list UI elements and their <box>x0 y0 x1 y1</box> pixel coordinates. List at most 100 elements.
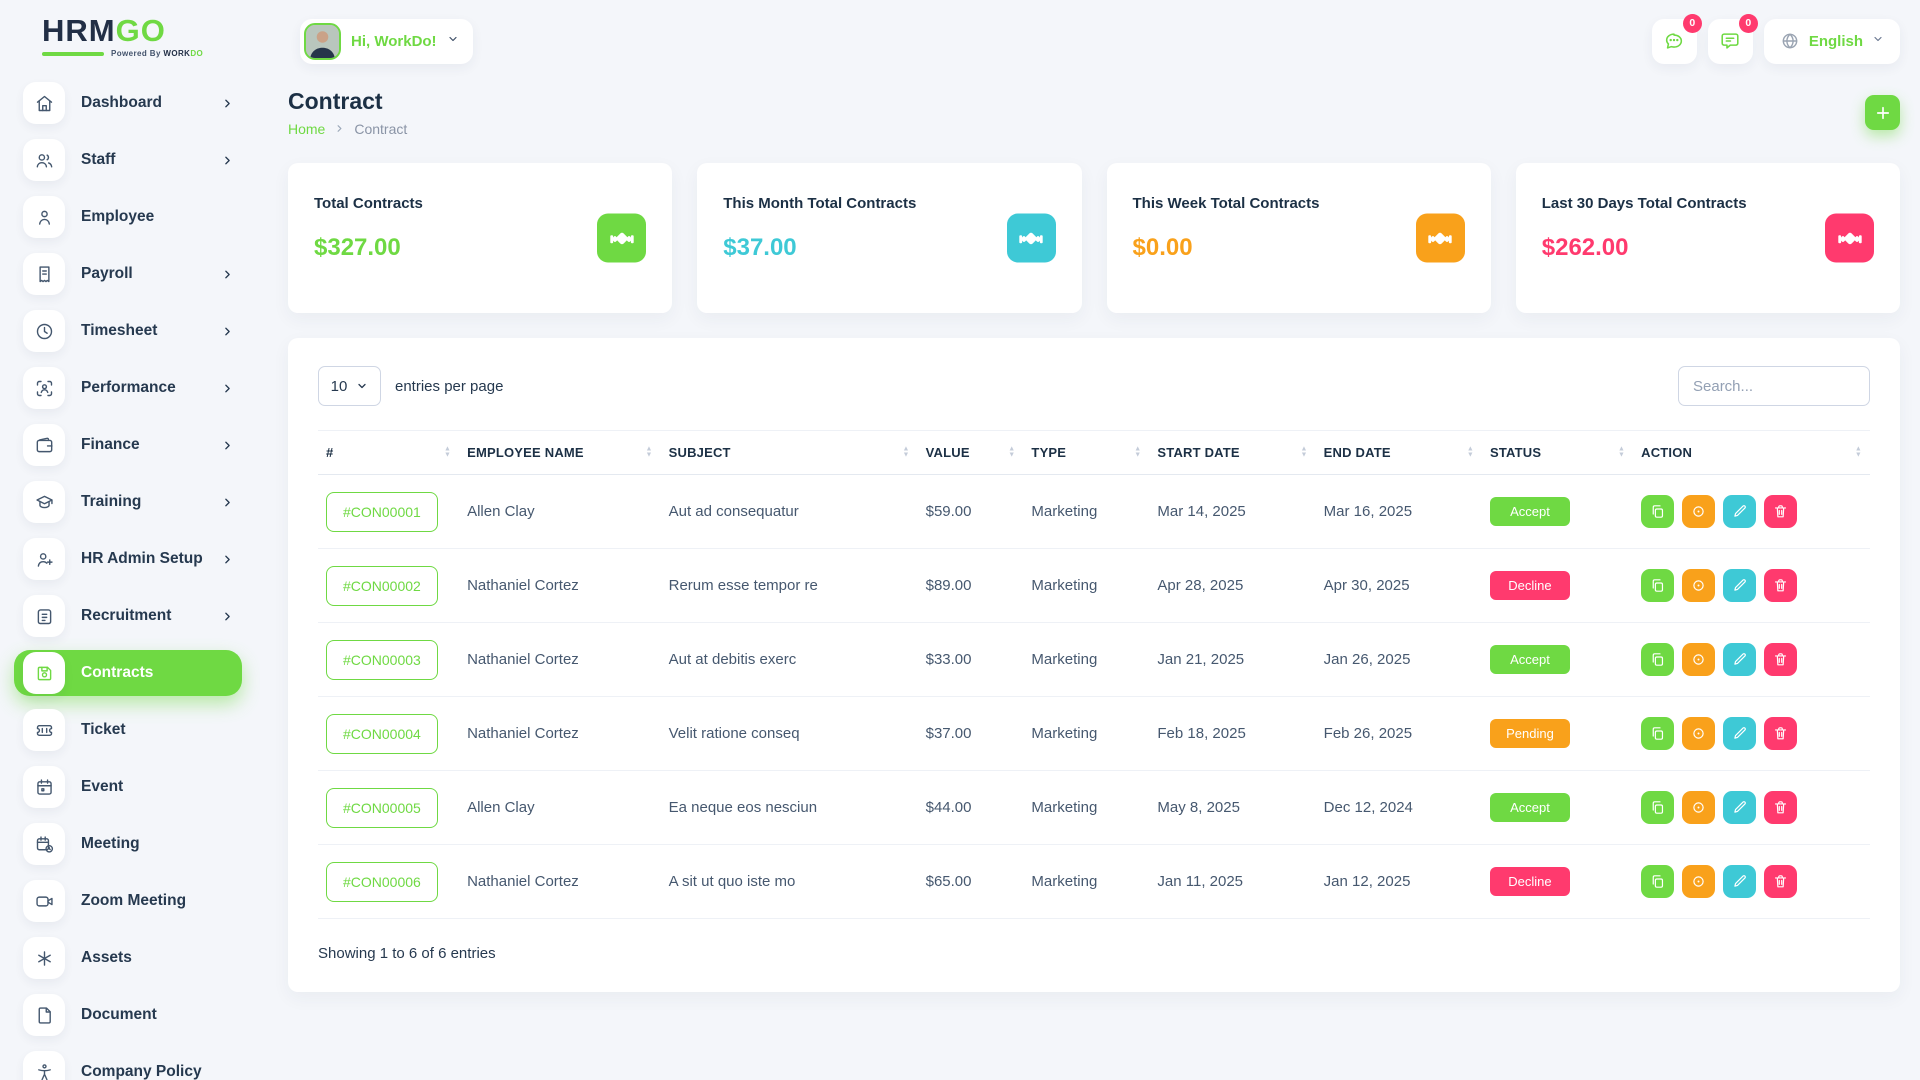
edit-icon <box>1731 577 1748 594</box>
edit-button[interactable] <box>1723 717 1756 750</box>
status-badge[interactable]: Accept <box>1490 645 1570 674</box>
copy-icon <box>1649 873 1666 890</box>
edit-button[interactable] <box>1723 643 1756 676</box>
inbox-button[interactable]: 0 <box>1708 19 1753 64</box>
start-date-cell: Apr 28, 2025 <box>1149 549 1315 623</box>
column-header-start-date[interactable]: START DATE▲▼ <box>1149 431 1315 475</box>
sidebar-item-assets[interactable]: Assets <box>14 935 242 981</box>
column-header-end-date[interactable]: END DATE▲▼ <box>1316 431 1482 475</box>
copy-button[interactable] <box>1641 643 1674 676</box>
entries-per-page-select[interactable]: 10 <box>318 366 381 406</box>
copy-button[interactable] <box>1641 717 1674 750</box>
add-contract-button[interactable] <box>1865 95 1900 130</box>
status-badge[interactable]: Pending <box>1490 719 1570 748</box>
column-header-employee-name[interactable]: EMPLOYEE NAME▲▼ <box>459 431 661 475</box>
sort-icons: ▲▼ <box>444 446 451 459</box>
table-controls: 10 entries per page <box>318 366 1870 406</box>
sidebar-item-label: Contracts <box>81 664 153 682</box>
column-header-subject[interactable]: SUBJECT▲▼ <box>661 431 918 475</box>
edit-button[interactable] <box>1723 791 1756 824</box>
home-icon <box>34 93 55 114</box>
view-icon <box>1690 799 1707 816</box>
sidebar-item-dashboard[interactable]: Dashboard <box>14 80 242 126</box>
table-header-row: #▲▼EMPLOYEE NAME▲▼SUBJECT▲▼VALUE▲▼TYPE▲▼… <box>318 431 1870 475</box>
edit-button[interactable] <box>1723 569 1756 602</box>
employee-name-cell: Allen Clay <box>459 771 661 845</box>
subject-cell: Ea neque eos nesciun <box>661 771 918 845</box>
sidebar-item-staff[interactable]: Staff <box>14 137 242 183</box>
contract-id-button[interactable]: #CON00004 <box>326 714 438 754</box>
training-icon <box>23 481 65 523</box>
sidebar-item-zoom-meeting[interactable]: Zoom Meeting <box>14 878 242 924</box>
sidebar-item-meeting[interactable]: Meeting <box>14 821 242 867</box>
sidebar-item-hr-admin-setup[interactable]: HR Admin Setup <box>14 536 242 582</box>
delete-button[interactable] <box>1764 717 1797 750</box>
contract-id-button[interactable]: #CON00003 <box>326 640 438 680</box>
sidebar-item-timesheet[interactable]: Timesheet <box>14 308 242 354</box>
delete-button[interactable] <box>1764 569 1797 602</box>
column-header--[interactable]: #▲▼ <box>318 431 459 475</box>
end-date-cell: Apr 30, 2025 <box>1316 549 1482 623</box>
copy-button[interactable] <box>1641 495 1674 528</box>
chevron-right-icon <box>221 610 234 623</box>
view-button[interactable] <box>1682 865 1715 898</box>
sidebar-item-finance[interactable]: Finance <box>14 422 242 468</box>
column-header-type[interactable]: TYPE▲▼ <box>1023 431 1149 475</box>
delete-button[interactable] <box>1764 791 1797 824</box>
contract-id-button[interactable]: #CON00006 <box>326 862 438 902</box>
table-row: #CON00006 Nathaniel Cortez A sit ut quo … <box>318 845 1870 919</box>
sidebar-item-contracts[interactable]: Contracts <box>14 650 242 696</box>
edit-icon <box>1731 503 1748 520</box>
status-badge[interactable]: Accept <box>1490 793 1570 822</box>
column-header-status[interactable]: STATUS▲▼ <box>1482 431 1633 475</box>
view-button[interactable] <box>1682 495 1715 528</box>
brand-logo[interactable]: HRMGO Powered By WORKDO <box>0 0 260 58</box>
sidebar-item-event[interactable]: Event <box>14 764 242 810</box>
view-button[interactable] <box>1682 717 1715 750</box>
contract-id-button[interactable]: #CON00002 <box>326 566 438 606</box>
breadcrumb-home-link[interactable]: Home <box>288 121 325 137</box>
copy-button[interactable] <box>1641 865 1674 898</box>
search-input[interactable] <box>1678 366 1870 406</box>
sidebar-item-document[interactable]: Document <box>14 992 242 1038</box>
sidebar-item-ticket[interactable]: Ticket <box>14 707 242 753</box>
sidebar-item-company-policy[interactable]: Company Policy <box>14 1049 242 1080</box>
user-menu[interactable]: Hi, WorkDo! <box>300 19 473 64</box>
handshake-icon <box>1427 225 1453 251</box>
column-header-value[interactable]: VALUE▲▼ <box>918 431 1024 475</box>
status-badge[interactable]: Accept <box>1490 497 1570 526</box>
sidebar-item-training[interactable]: Training <box>14 479 242 525</box>
status-badge[interactable]: Decline <box>1490 867 1570 896</box>
table-body: #CON00001 Allen Clay Aut ad consequatur … <box>318 475 1870 919</box>
sidebar-item-employee[interactable]: Employee <box>14 194 242 240</box>
stat-label: This Week Total Contracts <box>1133 195 1465 212</box>
sidebar-item-label: Employee <box>81 208 154 226</box>
edit-button[interactable] <box>1723 495 1756 528</box>
stat-card-total-contracts: Total Contracts$327.00 <box>288 163 672 313</box>
status-badge[interactable]: Decline <box>1490 571 1570 600</box>
view-button[interactable] <box>1682 643 1715 676</box>
contract-id-button[interactable]: #CON00005 <box>326 788 438 828</box>
sidebar-item-performance[interactable]: Performance <box>14 365 242 411</box>
chat-button[interactable]: 0 <box>1652 19 1697 64</box>
sidebar-item-recruitment[interactable]: Recruitment <box>14 593 242 639</box>
language-selector[interactable]: English <box>1764 19 1900 64</box>
view-button[interactable] <box>1682 569 1715 602</box>
delete-button[interactable] <box>1764 865 1797 898</box>
view-button[interactable] <box>1682 791 1715 824</box>
sidebar-item-payroll[interactable]: Payroll <box>14 251 242 297</box>
copy-button[interactable] <box>1641 791 1674 824</box>
type-cell: Marketing <box>1023 549 1149 623</box>
sidebar-item-label: Performance <box>81 379 176 397</box>
edit-button[interactable] <box>1723 865 1756 898</box>
chevron-right-icon <box>221 325 234 338</box>
copy-button[interactable] <box>1641 569 1674 602</box>
column-header-action[interactable]: ACTION▲▼ <box>1633 431 1870 475</box>
delete-button[interactable] <box>1764 643 1797 676</box>
copy-icon <box>1649 503 1666 520</box>
entries-label: entries per page <box>395 378 503 395</box>
delete-button[interactable] <box>1764 495 1797 528</box>
contract-id-button[interactable]: #CON00001 <box>326 492 438 532</box>
recruitment-icon <box>34 606 55 627</box>
table-row: #CON00005 Allen Clay Ea neque eos nesciu… <box>318 771 1870 845</box>
